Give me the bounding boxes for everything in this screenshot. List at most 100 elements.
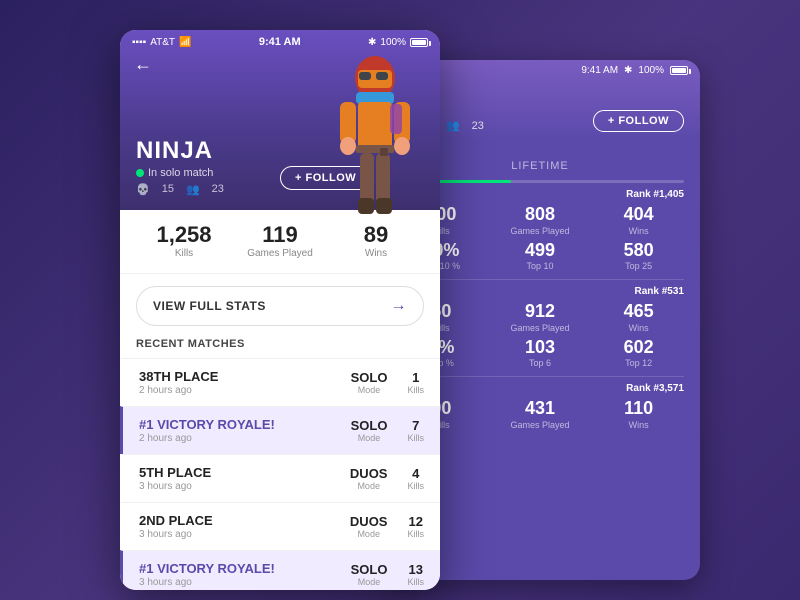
match-left-0: 38TH PLACE 2 hours ago xyxy=(139,369,218,396)
match-left-4: #1 VICTORY ROYALE! 3 hours ago xyxy=(139,561,275,588)
match-kills-1: 7 Kills xyxy=(407,418,424,443)
back-stat-wins2: 465 Wins xyxy=(593,301,684,333)
back-stat-top12: 602 Top 12 xyxy=(593,337,684,369)
games-played-label: Games Played xyxy=(232,248,328,259)
match-item[interactable]: #1 VICTORY ROYALE! 2 hours ago SOLO Mode… xyxy=(120,406,440,454)
back-games2-val: 912 xyxy=(495,301,586,323)
match-kills-val-3: 12 xyxy=(407,514,424,529)
match-kills-val-4: 13 xyxy=(407,562,424,577)
match-item[interactable]: 38TH PLACE 2 hours ago SOLO Mode 1 Kills xyxy=(120,358,440,406)
match-right-2: DUOS Mode 4 Kills xyxy=(350,466,424,491)
friends-meta-icon: 👥 xyxy=(186,183,200,196)
match-place-4: #1 VICTORY ROYALE! xyxy=(139,561,275,576)
kills-value: 1,258 xyxy=(136,224,232,246)
skull-meta-icon: 💀 xyxy=(136,183,150,196)
battery-pct: 100% xyxy=(380,37,406,48)
match-item[interactable]: 5TH PLACE 3 hours ago DUOS Mode 4 Kills xyxy=(120,454,440,502)
match-status: In solo match xyxy=(148,167,213,179)
match-mode-val-2: DUOS xyxy=(350,466,388,481)
back-battery-pct: 100% xyxy=(638,65,664,76)
skull-meta-count: 15 xyxy=(162,183,174,196)
match-right-4: SOLO Mode 13 Kills xyxy=(351,562,424,587)
match-left-3: 2ND PLACE 3 hours ago xyxy=(139,513,213,540)
back-games3-lbl: Games Played xyxy=(495,420,586,430)
match-item[interactable]: #1 VICTORY ROYALE! 3 hours ago SOLO Mode… xyxy=(120,550,440,590)
back-arrow-icon[interactable]: ← xyxy=(134,54,152,75)
back-top25-lbl: Top 10 xyxy=(495,261,586,271)
rank1-val: #1,405 xyxy=(653,189,684,200)
match-kills-0: 1 Kills xyxy=(407,370,424,395)
arrow-right-icon: → xyxy=(391,297,408,315)
match-kills-lbl-3: Kills xyxy=(407,529,424,539)
back-friends-icon: 👥 xyxy=(446,119,460,132)
back-top6-val: 103 xyxy=(495,337,586,359)
rank3-text: Rank xyxy=(626,383,650,394)
match-kills-4: 13 Kills xyxy=(407,562,424,587)
back-top12-lbl: Top 12 xyxy=(593,358,684,368)
match-right-0: SOLO Mode 1 Kills xyxy=(351,370,424,395)
back-games2-lbl: Games Played xyxy=(495,323,586,333)
back-games1-val: 808 xyxy=(495,204,586,226)
match-mode-3: DUOS Mode xyxy=(350,514,388,539)
match-list: 38TH PLACE 2 hours ago SOLO Mode 1 Kills… xyxy=(120,358,440,590)
match-kills-lbl-0: Kills xyxy=(407,385,424,395)
match-kills-3: 12 Kills xyxy=(407,514,424,539)
back-time: 9:41 AM xyxy=(581,65,618,76)
match-time-1: 2 hours ago xyxy=(139,433,275,444)
status-time: 9:41 AM xyxy=(259,36,301,48)
match-mode-val-1: SOLO xyxy=(351,418,388,433)
match-kills-2: 4 Kills xyxy=(407,466,424,491)
match-place-0: 38TH PLACE xyxy=(139,369,218,384)
stat-games-played: 119 Games Played xyxy=(232,224,328,259)
match-mode-2: DUOS Mode xyxy=(350,466,388,491)
back-battery-icon xyxy=(670,66,688,75)
match-left-2: 5TH PLACE 3 hours ago xyxy=(139,465,211,492)
match-time-4: 3 hours ago xyxy=(139,577,275,588)
match-left-1: #1 VICTORY ROYALE! 2 hours ago xyxy=(139,417,275,444)
back-top25b-lbl: Top 25 xyxy=(593,261,684,271)
back-stat-wins1: 404 Wins xyxy=(593,204,684,236)
back-top6-lbl: Top 6 xyxy=(495,358,586,368)
match-right-1: SOLO Mode 7 Kills xyxy=(351,418,424,443)
battery-icon xyxy=(410,38,428,47)
carrier-name: AT&T xyxy=(150,37,175,48)
rank1-text: Rank xyxy=(626,189,650,200)
match-right-3: DUOS Mode 12 Kills xyxy=(350,514,424,539)
back-wins2-lbl: Wins xyxy=(593,323,684,333)
match-kills-val-0: 1 xyxy=(407,370,424,385)
match-kills-val-2: 4 xyxy=(407,466,424,481)
back-wins1-val: 404 xyxy=(593,204,684,226)
match-time-3: 3 hours ago xyxy=(139,529,213,540)
match-mode-lbl-2: Mode xyxy=(350,481,388,491)
signal-icon: ▪▪▪▪ xyxy=(132,37,146,48)
match-mode-lbl-3: Mode xyxy=(350,529,388,539)
match-mode-lbl-4: Mode xyxy=(351,577,388,587)
back-wins2-val: 465 xyxy=(593,301,684,323)
back-follow-button[interactable]: + FOLLOW xyxy=(593,110,684,132)
character-svg xyxy=(320,50,430,230)
bluetooth-icon: ✱ xyxy=(368,37,376,48)
player-meta: 💀 15 👥 23 xyxy=(136,183,224,196)
main-card: ▪▪▪▪ AT&T 📶 9:41 AM ✱ 100% ← xyxy=(120,30,440,590)
status-left: ▪▪▪▪ AT&T 📶 xyxy=(132,37,191,48)
match-item[interactable]: 2ND PLACE 3 hours ago DUOS Mode 12 Kills xyxy=(120,502,440,550)
back-stat-top6: 103 Top 6 xyxy=(495,337,586,369)
rank2-text: Rank xyxy=(635,286,659,297)
back-stat-top25: 499 Top 10 xyxy=(495,240,586,272)
back-stat-top25b: 580 Top 25 xyxy=(593,240,684,272)
back-top25b-val: 580 xyxy=(593,240,684,262)
view-stats-label: VIEW FULL STATS xyxy=(153,299,266,313)
back-top12-val: 602 xyxy=(593,337,684,359)
match-mode-lbl-0: Mode xyxy=(351,385,388,395)
recent-matches-label: RECENT MATCHES xyxy=(120,338,440,358)
back-wins3-lbl: Wins xyxy=(593,420,684,430)
match-mode-0: SOLO Mode xyxy=(351,370,388,395)
card-header: ▪▪▪▪ AT&T 📶 9:41 AM ✱ 100% ← xyxy=(120,30,440,210)
match-time-0: 2 hours ago xyxy=(139,385,218,396)
back-friends-count: 23 xyxy=(472,120,484,132)
back-stat-games3: 431 Games Played xyxy=(495,398,586,430)
view-full-stats-button[interactable]: VIEW FULL STATS → xyxy=(136,286,424,326)
character-figure xyxy=(320,50,430,230)
status-right: ✱ 100% xyxy=(368,37,428,48)
back-wins1-lbl: Wins xyxy=(593,226,684,236)
